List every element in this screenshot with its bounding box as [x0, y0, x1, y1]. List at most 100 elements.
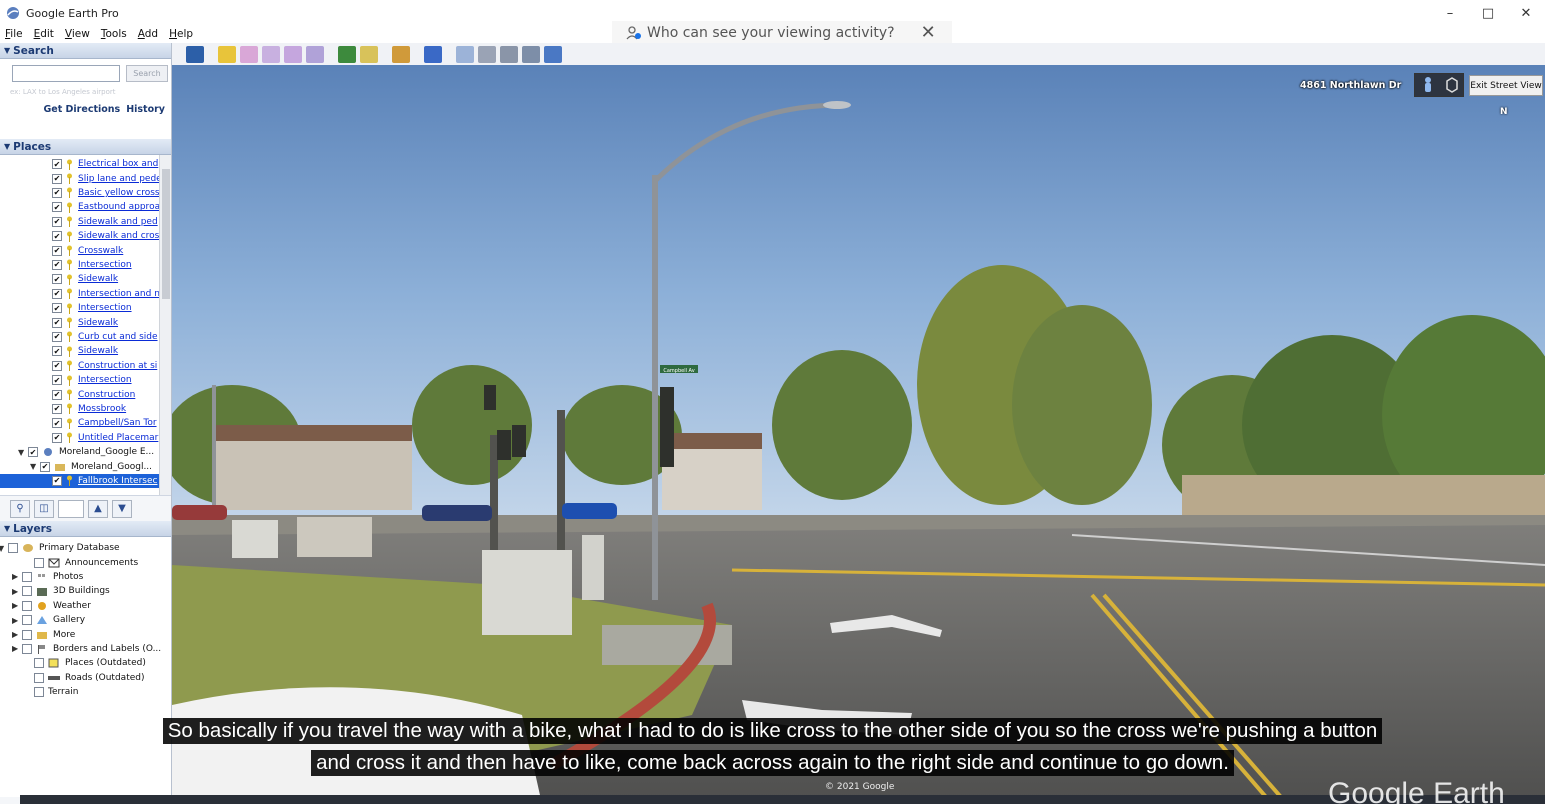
sunlight-icon[interactable] — [360, 45, 378, 63]
layer-item[interactable]: ▶ Photos — [12, 570, 83, 584]
checkbox[interactable]: ✔ — [52, 202, 62, 213]
checkbox[interactable] — [22, 586, 32, 597]
checkbox[interactable] — [22, 615, 32, 626]
layer-item-label[interactable]: Gallery — [53, 615, 85, 625]
place-item[interactable]: ✔ Intersection — [52, 258, 132, 272]
move-up-icon[interactable]: ▲ — [88, 499, 108, 518]
checkbox[interactable]: ✔ — [52, 317, 62, 328]
layer-item[interactable]: ▶ More — [12, 627, 75, 641]
menu-file[interactable]: File — [5, 28, 23, 40]
historical-imagery-icon[interactable] — [338, 45, 356, 63]
checkbox[interactable]: ✔ — [52, 303, 62, 314]
layer-item[interactable]: Terrain — [34, 685, 78, 699]
sidebar-toggle-icon[interactable] — [186, 45, 204, 63]
layer-item-label[interactable]: Photos — [53, 572, 83, 582]
expand-triangle-icon[interactable]: ▼ — [0, 544, 8, 553]
layer-item-label[interactable]: More — [53, 630, 75, 640]
place-item-label[interactable]: Basic yellow cross — [78, 188, 160, 198]
place-item[interactable]: ✔ Construction — [52, 387, 135, 401]
add-polygon-icon[interactable] — [240, 45, 258, 63]
layer-item[interactable]: ▼ Primary Database — [0, 541, 120, 555]
menu-view[interactable]: View — [65, 28, 90, 40]
layer-item[interactable]: Places (Outdated) — [34, 656, 146, 670]
place-item[interactable]: ✔ Construction at si — [52, 359, 157, 373]
layer-item[interactable]: ▶ Gallery — [12, 613, 85, 627]
checkbox[interactable]: ✔ — [52, 403, 62, 414]
layer-item-label[interactable]: Roads (Outdated) — [65, 673, 144, 683]
places-panel-header[interactable]: ▼ Places — [0, 139, 171, 155]
menu-add[interactable]: Add — [138, 28, 158, 40]
place-item-label[interactable]: Intersection and n — [78, 289, 160, 299]
selected-place-item[interactable]: ✔ Fallbrook Intersec — [0, 473, 160, 489]
place-item[interactable]: ✔ Sidewalk — [52, 344, 118, 358]
add-path-icon[interactable] — [262, 45, 280, 63]
checkbox[interactable]: ✔ — [52, 231, 62, 242]
place-item[interactable]: ✔ Campbell/San Tor — [52, 416, 157, 430]
place-item[interactable]: ✔ Electrical box and — [52, 157, 158, 171]
checkbox[interactable]: ✔ — [52, 475, 62, 486]
place-item-label[interactable]: Slip lane and pede — [78, 174, 162, 184]
add-placemark-icon[interactable] — [218, 45, 236, 63]
save-image-icon[interactable] — [500, 45, 518, 63]
planets-icon[interactable] — [392, 45, 410, 63]
print-icon[interactable] — [478, 45, 496, 63]
place-item-label[interactable]: Campbell/San Tor — [78, 418, 157, 428]
expand-triangle-icon[interactable]: ▶ — [12, 630, 22, 639]
checkbox[interactable]: ✔ — [52, 360, 62, 371]
place-item-label[interactable]: Intersection — [78, 375, 132, 385]
folder-label[interactable]: Moreland_Google E... — [59, 447, 154, 457]
layers-panel-header[interactable]: ▼ Layers — [0, 521, 171, 537]
places-filter-field[interactable] — [58, 499, 84, 518]
place-item[interactable]: ✔ Untitled Placemar — [52, 431, 158, 445]
place-item[interactable]: ✔ Slip lane and pede — [52, 171, 162, 185]
expand-triangle-icon[interactable]: ▶ — [12, 587, 22, 596]
place-item-label[interactable]: Intersection — [78, 260, 132, 270]
3d-view-icon[interactable] — [1445, 77, 1459, 93]
menu-tools[interactable]: Tools — [101, 28, 127, 40]
exit-street-view-button[interactable]: Exit Street View — [1469, 75, 1543, 96]
place-item[interactable]: ✔ Curb cut and side — [52, 330, 158, 344]
place-item[interactable]: ✔ Sidewalk — [52, 315, 118, 329]
checkbox[interactable]: ✔ — [52, 389, 62, 400]
notice-text[interactable]: Who can see your viewing activity? — [647, 25, 895, 41]
layer-item[interactable]: ▶ 3D Buildings — [12, 584, 110, 598]
layer-item-label[interactable]: Places (Outdated) — [65, 658, 146, 668]
menu-edit[interactable]: Edit — [34, 28, 54, 40]
place-item-label[interactable]: Eastbound approa — [78, 202, 160, 212]
place-item-label[interactable]: Curb cut and side — [78, 332, 158, 342]
pegman-icon[interactable] — [1420, 76, 1436, 94]
checkbox[interactable] — [22, 600, 32, 611]
compass-north-indicator[interactable]: N — [1500, 107, 1508, 117]
checkbox[interactable]: ✔ — [52, 418, 62, 429]
checkbox[interactable] — [22, 643, 32, 654]
view-in-maps-icon[interactable] — [522, 45, 540, 63]
expand-triangle-icon[interactable]: ▶ — [12, 616, 22, 625]
checkbox[interactable] — [8, 543, 18, 554]
panel-toggle-icon[interactable]: ◫ — [34, 499, 54, 518]
earth-icon[interactable] — [544, 45, 562, 63]
menu-help[interactable]: Help — [169, 28, 193, 40]
search-places-icon[interactable]: ⚲ — [10, 499, 30, 518]
layer-item[interactable]: ▶ Weather — [12, 599, 91, 613]
layer-item[interactable]: Roads (Outdated) — [34, 671, 144, 685]
checkbox[interactable]: ✔ — [52, 375, 62, 386]
checkbox[interactable] — [22, 571, 32, 582]
place-item[interactable]: ✔ Basic yellow cross — [52, 186, 160, 200]
place-item[interactable]: ✔ Intersection — [52, 301, 132, 315]
place-item[interactable]: ✔ Intersection and n — [52, 287, 160, 301]
minimize-button[interactable]: – — [1431, 0, 1469, 26]
layer-item-label[interactable]: Borders and Labels (O... — [53, 644, 161, 654]
folder-item[interactable]: ▼ ✔ Moreland_Googl... — [30, 459, 152, 473]
place-item-label[interactable]: Sidewalk and cros — [78, 231, 159, 241]
layer-item[interactable]: Announcements — [34, 555, 138, 569]
layer-item-label[interactable]: 3D Buildings — [53, 586, 110, 596]
notice-close-icon[interactable]: ✕ — [921, 24, 936, 42]
search-button[interactable]: Search — [126, 65, 168, 82]
selected-place-label[interactable]: Fallbrook Intersec — [78, 476, 157, 486]
ruler-icon[interactable] — [424, 45, 442, 63]
checkbox[interactable]: ✔ — [52, 159, 62, 170]
places-scroll-thumb[interactable] — [162, 169, 170, 299]
search-input[interactable] — [12, 65, 120, 82]
checkbox[interactable] — [34, 658, 44, 669]
place-item-label[interactable]: Mossbrook — [78, 404, 126, 414]
